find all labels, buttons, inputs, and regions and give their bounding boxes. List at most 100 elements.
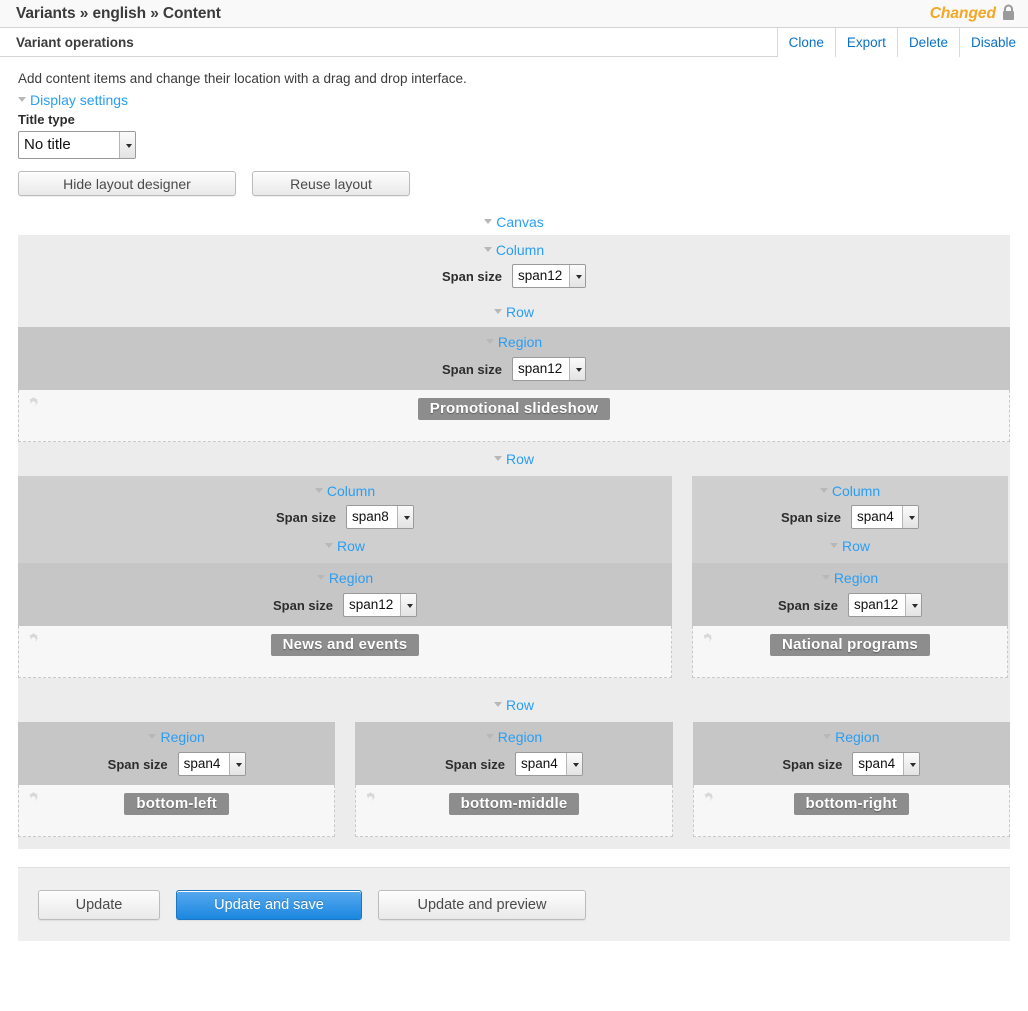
left-column-toggle[interactable]: Column bbox=[18, 483, 672, 499]
top-region-toggle[interactable]: Region bbox=[18, 334, 1010, 351]
bottom-middle-span-selectbox[interactable]: span4 bbox=[514, 752, 583, 776]
top-row-toggle[interactable]: Row bbox=[18, 297, 1010, 327]
region-label: Region bbox=[328, 570, 374, 586]
export-action[interactable]: Export bbox=[835, 27, 898, 57]
right-region-span-selectbox[interactable]: span12 bbox=[847, 593, 922, 617]
lock-icon bbox=[1001, 4, 1016, 24]
right-column-header: Column Span size span4 Row bbox=[692, 476, 1008, 563]
chevron-down-icon bbox=[823, 733, 832, 739]
variant-operations-bar: Variant operations Clone Export Delete D… bbox=[0, 27, 1028, 57]
update-and-save-button[interactable]: Update and save bbox=[176, 889, 362, 920]
column-span8: Column Span size span8 Row Region Span s… bbox=[18, 476, 672, 678]
block-bottom-middle[interactable]: bottom-middle bbox=[448, 793, 580, 815]
bottom-middle-column: Region Span size span4 bottom-middle bbox=[355, 722, 673, 837]
clone-action[interactable]: Clone bbox=[777, 27, 836, 57]
right-column-toggle[interactable]: Column bbox=[692, 483, 1008, 499]
left-column-span-select[interactable]: span8 bbox=[345, 505, 414, 529]
span-size-label: Span size bbox=[276, 509, 336, 525]
chevron-down-icon bbox=[314, 487, 323, 493]
right-column-span-select[interactable]: span4 bbox=[850, 505, 919, 529]
gear-icon[interactable] bbox=[26, 396, 41, 414]
left-column-span-selectbox[interactable]: span8 bbox=[345, 505, 414, 529]
right-region-dropzone[interactable]: National programs bbox=[692, 626, 1008, 678]
chevron-down-icon bbox=[493, 701, 502, 707]
canvas-container: Column Span size span12 Row Region Span … bbox=[18, 235, 1010, 849]
top-region-span-select[interactable]: span12 bbox=[511, 357, 586, 381]
canvas-toggle[interactable]: Canvas bbox=[0, 212, 1028, 235]
bottom-right-region-toggle[interactable]: Region bbox=[693, 729, 1010, 746]
top-region-span-selectbox[interactable]: span12 bbox=[511, 357, 586, 381]
top-region-dropzone[interactable]: Promotional slideshow bbox=[18, 390, 1010, 442]
top-region-span-field: Span size span12 bbox=[18, 357, 1010, 381]
row-label: Row bbox=[505, 304, 534, 320]
right-region-toggle[interactable]: Region bbox=[692, 570, 1008, 587]
top-column-span-select[interactable]: span12 bbox=[511, 264, 586, 288]
column-toggle[interactable]: Column bbox=[18, 242, 1010, 258]
breadcrumb: Variants » english » Content bbox=[16, 4, 221, 22]
bottom-middle-dropzone[interactable]: bottom-middle bbox=[355, 785, 673, 837]
gear-icon[interactable] bbox=[701, 791, 716, 809]
disable-action[interactable]: Disable bbox=[959, 27, 1028, 57]
bottom-right-span-select[interactable]: span4 bbox=[852, 752, 921, 776]
left-row-toggle[interactable]: Row bbox=[18, 538, 672, 554]
status-area: Changed bbox=[930, 4, 1020, 24]
bottom-middle-span-select[interactable]: span4 bbox=[514, 752, 583, 776]
block-national-programs[interactable]: National programs bbox=[770, 634, 930, 656]
right-row-toggle[interactable]: Row bbox=[692, 538, 1008, 554]
right-region: Region Span size span12 bbox=[692, 563, 1008, 626]
right-column-span-selectbox[interactable]: span4 bbox=[850, 505, 919, 529]
block-promotional-slideshow[interactable]: Promotional slideshow bbox=[417, 398, 611, 420]
left-region-dropzone[interactable]: News and events bbox=[18, 626, 672, 678]
span-size-label: Span size bbox=[442, 361, 502, 377]
bottom-left-region-toggle[interactable]: Region bbox=[18, 729, 335, 746]
bottom-right-dropzone[interactable]: bottom-right bbox=[692, 785, 1010, 837]
reuse-layout-button[interactable]: Reuse layout bbox=[252, 171, 410, 196]
status-badge: Changed bbox=[929, 4, 996, 22]
update-button[interactable]: Update bbox=[38, 889, 160, 920]
left-region-span-select[interactable]: span12 bbox=[342, 593, 417, 617]
third-row-toggle[interactable]: Row bbox=[18, 688, 1010, 722]
chevron-down-icon bbox=[821, 574, 830, 580]
chevron-down-icon bbox=[485, 733, 494, 739]
block-bottom-left[interactable]: bottom-left bbox=[124, 793, 229, 815]
row-label: Row bbox=[505, 451, 534, 467]
delete-action[interactable]: Delete bbox=[897, 27, 960, 57]
left-column-header: Column Span size span8 Row bbox=[18, 476, 672, 563]
hide-layout-designer-button[interactable]: Hide layout designer bbox=[18, 171, 236, 196]
region-label: Region bbox=[497, 729, 543, 745]
block-news-and-events[interactable]: News and events bbox=[270, 634, 420, 656]
chevron-down-icon bbox=[493, 455, 502, 461]
top-column-span-selectbox[interactable]: span12 bbox=[511, 264, 586, 288]
left-region-toggle[interactable]: Region bbox=[18, 570, 672, 587]
layout-designer: Canvas Column Span size span12 Row Regio… bbox=[0, 212, 1028, 849]
block-bottom-right[interactable]: bottom-right bbox=[793, 793, 910, 815]
bottom-right-span-field: Span size span4 bbox=[693, 752, 1010, 776]
column-label: Column bbox=[326, 483, 376, 499]
page-description: Add content items and change their locat… bbox=[18, 71, 467, 86]
column-label: Column bbox=[495, 242, 545, 258]
title-type-select[interactable]: No title bbox=[18, 131, 136, 159]
bottom-left-dropzone[interactable]: bottom-left bbox=[18, 785, 336, 837]
gear-icon[interactable] bbox=[26, 632, 41, 650]
left-region-span-selectbox[interactable]: span12 bbox=[342, 593, 417, 617]
bottom-left-region: Region Span size span4 bbox=[18, 722, 336, 785]
left-region-span-field: Span size span12 bbox=[18, 593, 672, 617]
gear-icon[interactable] bbox=[363, 791, 378, 809]
bottom-left-span-select[interactable]: span4 bbox=[177, 752, 246, 776]
bottom-middle-region-toggle[interactable]: Region bbox=[355, 729, 672, 746]
gear-icon[interactable] bbox=[700, 632, 715, 650]
bottom-right-span-selectbox[interactable]: span4 bbox=[852, 752, 921, 776]
column-label: Column bbox=[831, 483, 881, 499]
title-type-selectbox[interactable]: No title bbox=[18, 131, 136, 159]
span-size-label: Span size bbox=[273, 597, 333, 613]
second-row-toggle[interactable]: Row bbox=[18, 442, 1010, 476]
top-region: Region Span size span12 bbox=[18, 327, 1010, 390]
span-size-label: Span size bbox=[442, 268, 502, 284]
title-type-label: Title type bbox=[18, 112, 75, 127]
right-region-span-select[interactable]: span12 bbox=[847, 593, 922, 617]
bottom-left-span-selectbox[interactable]: span4 bbox=[177, 752, 246, 776]
update-and-preview-button[interactable]: Update and preview bbox=[378, 889, 586, 920]
chevron-down-icon bbox=[18, 96, 26, 102]
display-settings-toggle[interactable]: Display settings bbox=[0, 86, 1028, 108]
gear-icon[interactable] bbox=[26, 791, 41, 809]
